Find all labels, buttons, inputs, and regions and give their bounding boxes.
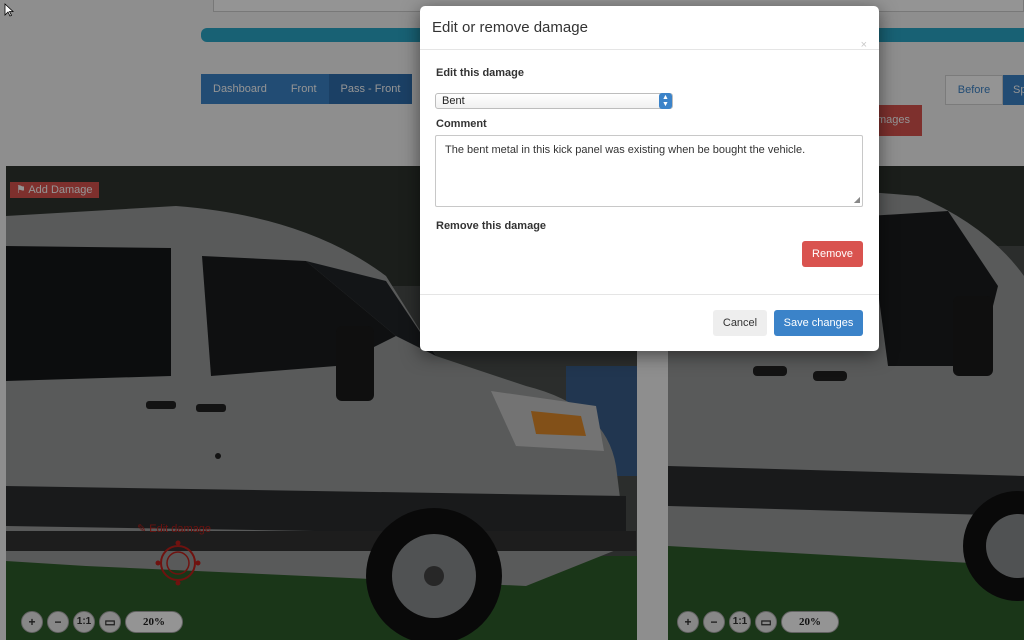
modal-footer: Cancel Save changes (420, 294, 879, 351)
damage-type-value: Bent (442, 95, 465, 107)
close-icon[interactable]: × (861, 40, 867, 51)
edit-damage-modal: Edit or remove damage × Edit this damage… (420, 6, 879, 351)
comment-textarea[interactable]: The bent metal in this kick panel was ex… (435, 135, 863, 207)
modal-body: Edit this damage Bent ▲ ▼ Comment The ben… (420, 50, 879, 294)
damage-type-select[interactable]: Bent ▲ ▼ (435, 93, 673, 109)
modal-header: Edit or remove damage × (420, 6, 879, 51)
comment-text: The bent metal in this kick panel was ex… (445, 144, 806, 156)
modal-title: Edit or remove damage (432, 19, 588, 36)
mouse-cursor-icon (4, 3, 14, 17)
remove-damage-label: Remove this damage (436, 220, 547, 232)
remove-button[interactable]: Remove (802, 241, 863, 267)
cancel-button[interactable]: Cancel (713, 310, 767, 336)
edit-damage-label: Edit this damage (436, 67, 525, 79)
comment-label: Comment (436, 118, 487, 130)
select-arrows-icon: ▲ ▼ (659, 93, 672, 109)
resize-handle-icon[interactable]: ◢ (854, 196, 860, 204)
save-changes-button[interactable]: Save changes (774, 310, 863, 336)
